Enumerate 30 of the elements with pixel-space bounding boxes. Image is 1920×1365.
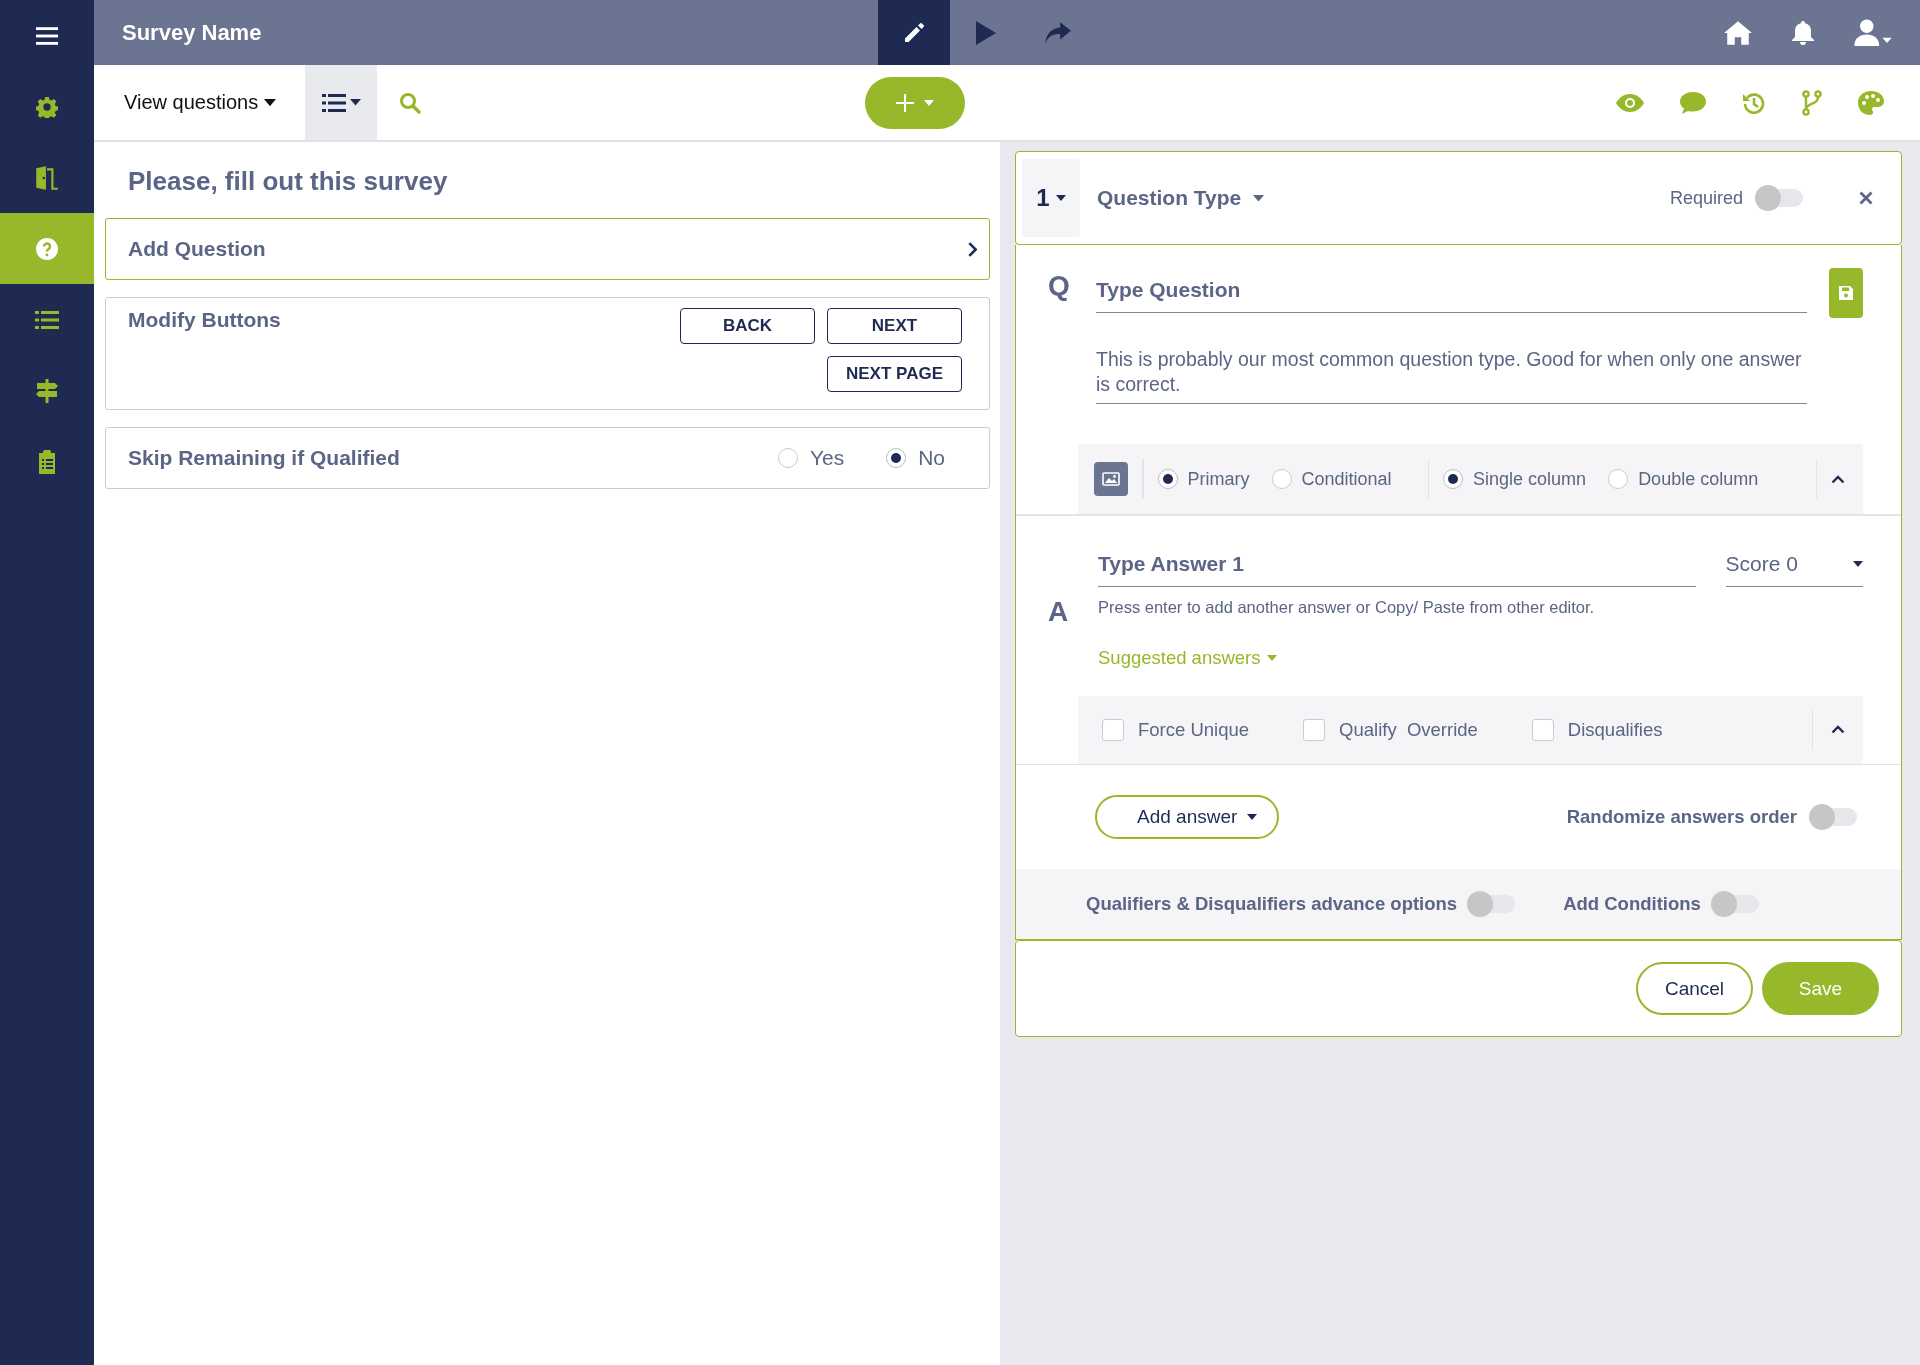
checkbox-label: Disqualifies [1567,718,1663,741]
question-number-menu[interactable]: 1 [1022,159,1080,237]
question-type-menu[interactable]: Question Type [1097,186,1265,210]
nav-button[interactable]: BACK [680,308,815,344]
survey-heading: Please, fill out this survey [128,166,449,197]
nav-button[interactable]: NEXT PAGE [827,356,962,392]
option-label: Add Conditions [1563,893,1701,915]
answer-marker: A [1048,595,1070,629]
cancel-button[interactable]: Cancel [1636,962,1753,1015]
randomize-label: Randomize answers order [1566,806,1797,828]
radio-label: No [918,446,945,470]
checkbox-label: Qualify Override [1339,718,1478,741]
section-label: Modify Buttons [128,308,281,332]
radio-label: Conditional [1301,468,1392,490]
add-answer-button[interactable]: Add answer [1095,795,1280,839]
view-questions-menu[interactable]: View questions [94,65,305,140]
answer-hint: Press enter to add another answer or Copy/ Paste from other editor. [1098,597,1596,617]
radio-label: Yes [809,446,845,470]
add-question-button[interactable]: Add Question [105,218,990,280]
section-label: Skip Remaining if Qualified [128,446,400,470]
checkbox-label: Force Unique [1138,718,1250,741]
question-marker: Q [1048,270,1071,302]
description-field[interactable]: This is probably our most common question type. Good for when only one answer is correct. [1096,347,1807,404]
survey-title: Survey Name [121,19,263,46]
option-label: Qualifiers & Disqualifiers advance options [1086,893,1458,915]
required-label: Required [1669,187,1743,209]
radio-label: Double column [1638,468,1759,490]
radio-label: Primary [1187,468,1250,490]
nav-button[interactable]: NEXT [827,308,962,344]
radio-label: Single column [1473,468,1587,490]
